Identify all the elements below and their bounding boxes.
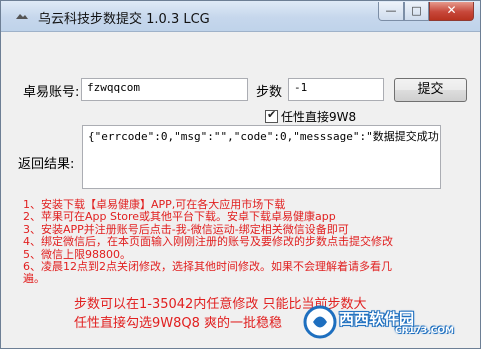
instruction-line: 遍。: [23, 272, 45, 286]
instruction-line: 6、凌晨12点到2点关闭修改，选择其他时间修改。如果不会理解着请多看几: [23, 260, 392, 274]
maximize-button[interactable]: □: [404, 2, 429, 21]
steps-input[interactable]: -1: [288, 78, 384, 101]
result-label: 返回结果:: [18, 157, 75, 172]
submit-button[interactable]: 提交: [394, 78, 467, 102]
account-label: 卓易账号:: [23, 85, 80, 100]
steps-label: 步数: [256, 85, 283, 100]
close-button[interactable]: ✕: [429, 2, 474, 21]
app-window: 乌云科技步数提交 1.0.3 LCG — □ ✕ 卓易账号: fzwqqcom …: [0, 0, 481, 349]
direct-9w8-checkbox[interactable]: [265, 108, 278, 123]
window-title: 乌云科技步数提交 1.0.3 LCG: [38, 12, 210, 27]
result-textarea[interactable]: {"errcode":0,"msg":"","code":0,"messsage…: [82, 125, 441, 189]
notice-line: 任性直接勾选9W8Q8 爽的一批稳稳: [74, 316, 283, 331]
watermark-subtext: CR173.COM: [395, 326, 454, 336]
site-watermark: 西西软件园 CR173.COM: [301, 304, 471, 340]
title-bar[interactable]: 乌云科技步数提交 1.0.3 LCG — □ ✕: [1, 1, 480, 32]
cloud-app-icon: [16, 14, 28, 19]
account-input[interactable]: fzwqqcom: [81, 78, 248, 101]
instruction-line: 2、苹果可在App Store或其他平台下载。安卓下载卓易健康app: [23, 210, 336, 224]
minimize-button[interactable]: —: [378, 2, 404, 21]
watermark-logo-icon: [303, 305, 337, 339]
instructions: 1、安装下载【卓易健康】APP,可在各大应用市场下载 2、苹果可在App Sto…: [23, 198, 473, 286]
direct-9w8-label: 任性直接9W8: [281, 110, 357, 124]
instruction-line: 4、绑定微信后，在本页面输入刚刚注册的账号及要修改的步数点击提交修改: [23, 235, 393, 249]
